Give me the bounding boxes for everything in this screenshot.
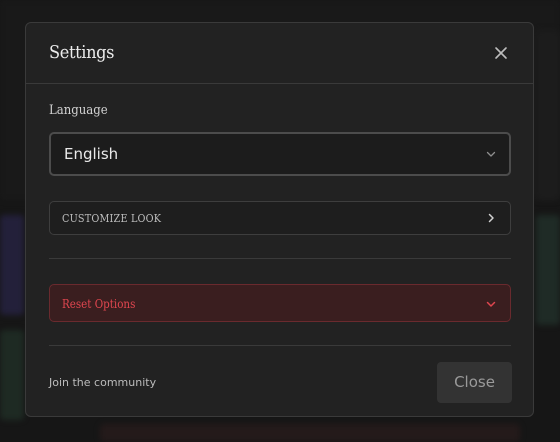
join-community-text: Join the community <box>49 376 157 389</box>
language-label: Language <box>49 103 108 118</box>
close-icon[interactable] <box>493 45 509 61</box>
close-button[interactable]: Close <box>437 362 512 403</box>
settings-dialog: Settings Language English CUSTOMIZE LOOK… <box>25 22 534 417</box>
customize-look-button[interactable]: CUSTOMIZE LOOK <box>49 201 511 235</box>
language-select[interactable]: English <box>49 132 511 176</box>
customize-look-label: CUSTOMIZE LOOK <box>62 212 162 225</box>
divider <box>49 258 511 259</box>
dialog-title: Settings <box>49 42 115 63</box>
chevron-right-icon <box>488 213 494 223</box>
reset-options-button[interactable]: Reset Options <box>49 284 511 322</box>
chevron-down-icon <box>486 301 496 307</box>
dialog-header: Settings <box>26 23 533 84</box>
reset-options-label: Reset Options <box>62 297 136 311</box>
divider <box>49 345 511 346</box>
chevron-down-icon <box>486 151 496 157</box>
language-select-value: English <box>64 145 119 163</box>
